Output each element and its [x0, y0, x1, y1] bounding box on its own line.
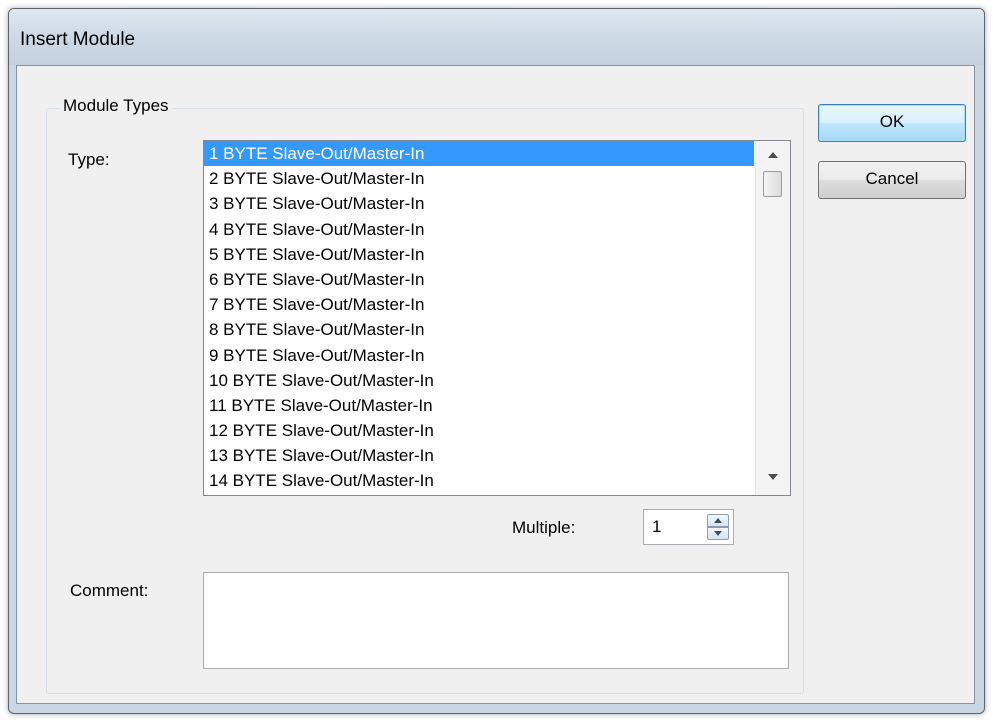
scrollbar-thumb[interactable] [763, 171, 782, 197]
ok-button[interactable]: OK [818, 104, 966, 142]
cancel-button[interactable]: Cancel [818, 161, 966, 199]
scroll-down-arrow-icon[interactable] [756, 466, 790, 492]
comment-field[interactable] [203, 572, 789, 669]
dialog-title: Insert Module [20, 29, 136, 50]
spin-buttons [707, 514, 729, 540]
listbox-vertical-scrollbar[interactable] [755, 141, 790, 495]
background-window-title-ghost [299, 23, 559, 41]
list-item[interactable]: 12 BYTE Slave-Out/Master-In [204, 418, 754, 443]
list-item[interactable]: 2 BYTE Slave-Out/Master-In [204, 166, 754, 191]
multiple-label: Multiple: [512, 518, 576, 537]
spin-up-arrow-icon[interactable] [707, 514, 729, 527]
insert-module-dialog: Insert Module Module Types Type: 1 BYTE … [8, 8, 985, 714]
list-item[interactable]: 14 BYTE Slave-Out/Master-In [204, 468, 754, 493]
scroll-up-arrow-icon[interactable] [756, 144, 790, 170]
spin-down-arrow-icon[interactable] [707, 527, 729, 540]
list-item[interactable]: 11 BYTE Slave-Out/Master-In [204, 393, 754, 418]
dialog-client-area: Module Types Type: 1 BYTE Slave-Out/Mast… [16, 65, 975, 704]
comment-label: Comment: [70, 581, 149, 600]
multiple-spinbox[interactable]: 1 [643, 509, 734, 545]
list-item[interactable]: 8 BYTE Slave-Out/Master-In [204, 317, 754, 342]
list-item[interactable]: 10 BYTE Slave-Out/Master-In [204, 368, 754, 393]
list-item[interactable]: 7 BYTE Slave-Out/Master-In [204, 292, 754, 317]
list-item[interactable]: 6 BYTE Slave-Out/Master-In [204, 267, 754, 292]
list-item[interactable]: 9 BYTE Slave-Out/Master-In [204, 343, 754, 368]
list-item[interactable]: 4 BYTE Slave-Out/Master-In [204, 217, 754, 242]
module-type-list: 1 BYTE Slave-Out/Master-In 2 BYTE Slave-O… [204, 141, 754, 494]
title-bar[interactable]: Insert Module [9, 9, 984, 65]
type-label: Type: [68, 150, 110, 169]
list-item[interactable]: 3 BYTE Slave-Out/Master-In [204, 191, 754, 216]
module-type-listbox[interactable]: 1 BYTE Slave-Out/Master-In 2 BYTE Slave-O… [203, 140, 791, 496]
list-item[interactable]: 13 BYTE Slave-Out/Master-In [204, 443, 754, 468]
list-item[interactable]: 1 BYTE Slave-Out/Master-In [204, 141, 754, 167]
multiple-value[interactable]: 1 [652, 517, 661, 537]
module-types-label: Module Types [60, 96, 172, 116]
list-item[interactable]: 5 BYTE Slave-Out/Master-In [204, 242, 754, 267]
